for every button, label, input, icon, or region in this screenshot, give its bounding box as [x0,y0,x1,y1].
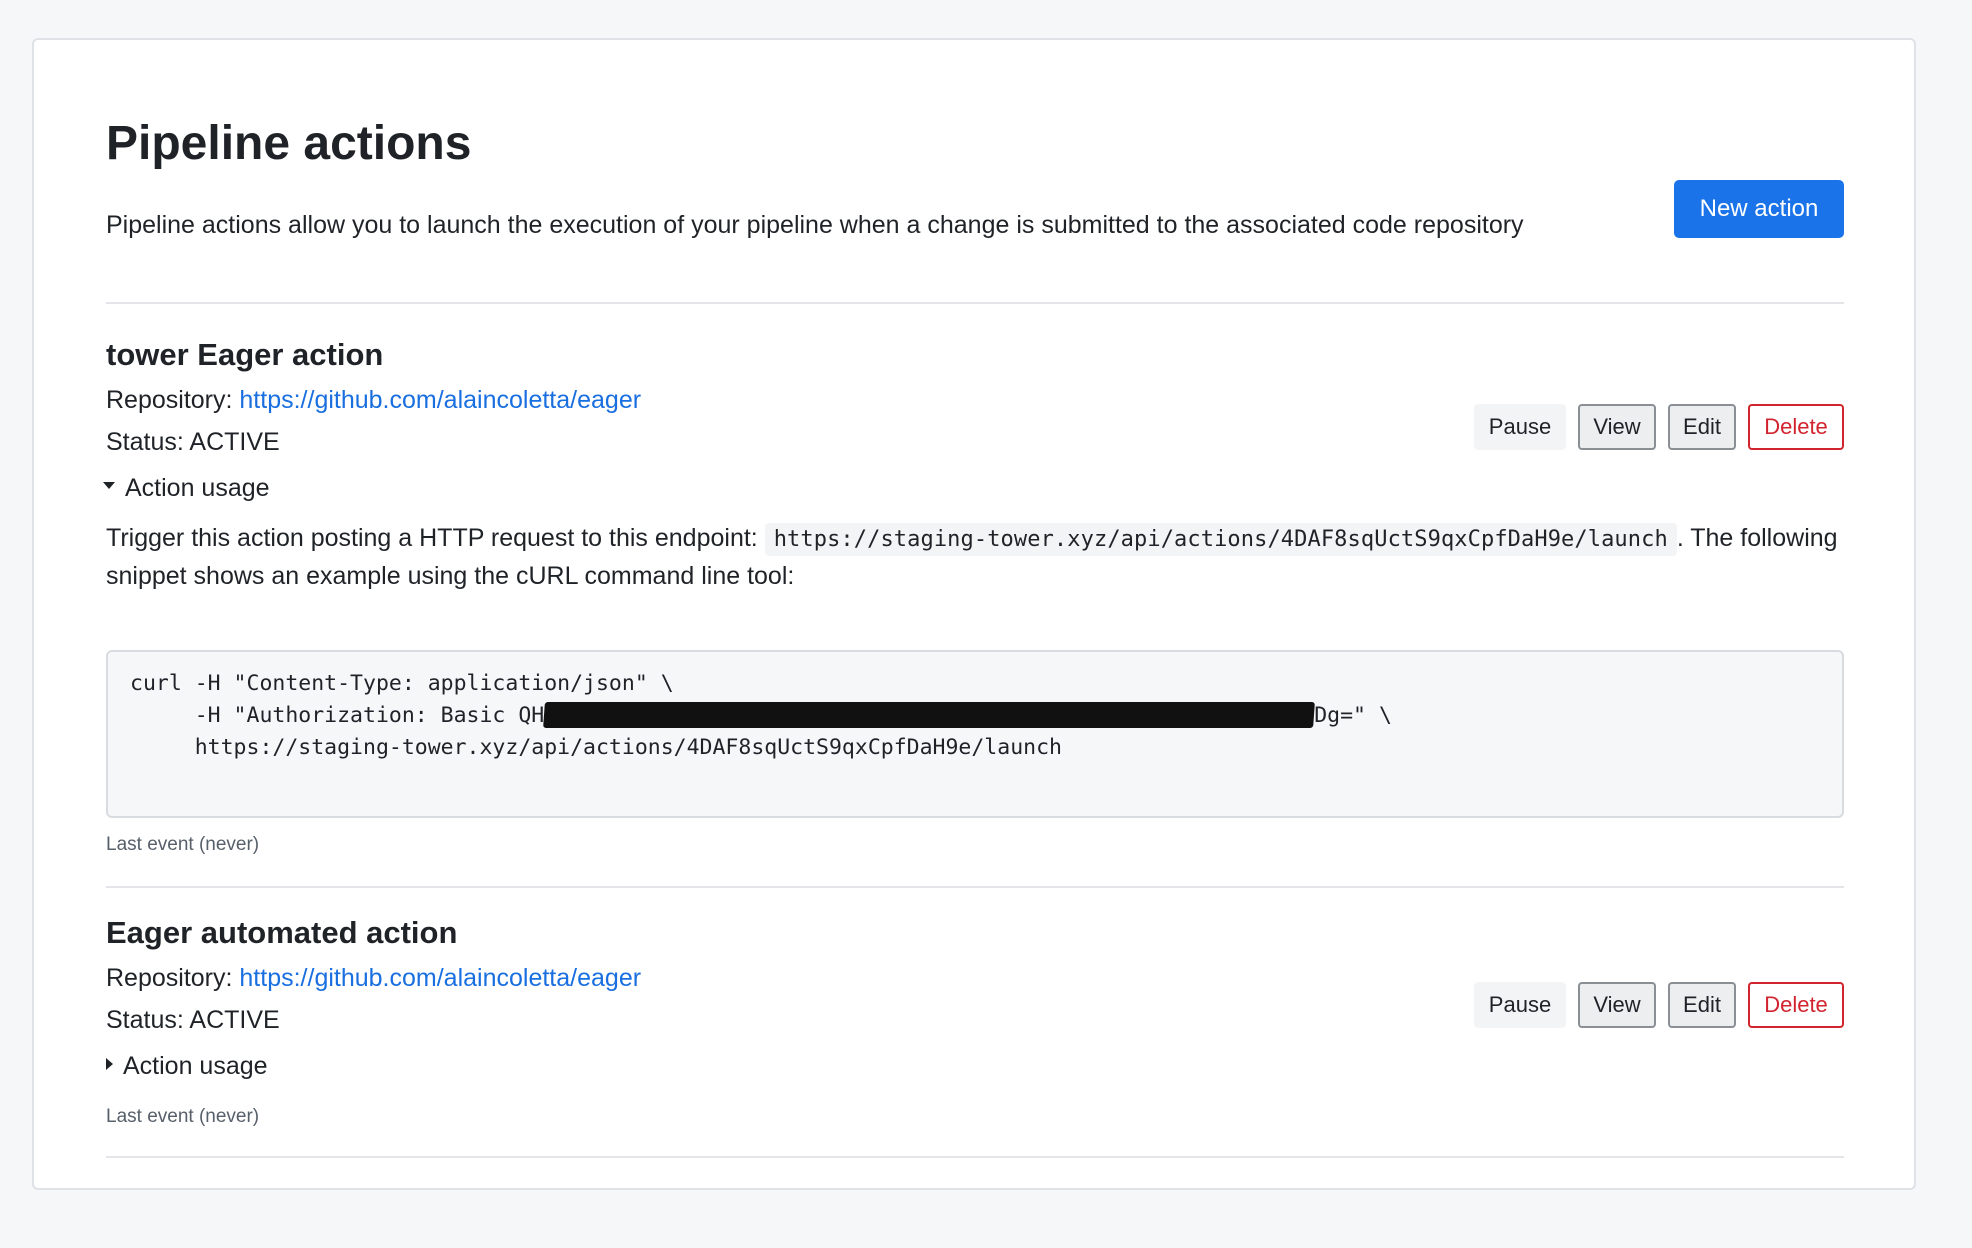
view-button[interactable]: View [1578,404,1656,450]
edit-button[interactable]: Edit [1668,982,1736,1028]
redacted-credential [543,702,1316,728]
status-label: Status: [106,428,184,456]
pause-button[interactable]: Pause [1474,982,1566,1028]
delete-button[interactable]: Delete [1748,404,1844,450]
repository-line: Repository: https://github.com/alaincole… [106,962,641,995]
page-description: Pipeline actions allow you to launch the… [106,211,1524,239]
action-usage-toggle[interactable]: Action usage [103,474,270,503]
status-line: Status: ACTIVE [106,426,280,459]
usage-text-before: Trigger this action posting a HTTP reque… [106,524,758,552]
action-title: Eager automated action [106,915,458,950]
last-event: Last event (never) [106,1106,260,1127]
action-usage-label: Action usage [125,474,270,502]
repository-line: Repository: https://github.com/alaincole… [106,384,641,417]
snippet-line: https://staging-tower.xyz/api/actions/4D… [130,735,1062,760]
delete-button[interactable]: Delete [1748,982,1844,1028]
curl-snippet: curl -H "Content-Type: application/json"… [106,650,1844,818]
edit-button[interactable]: Edit [1668,404,1736,450]
repository-link[interactable]: https://github.com/alaincoletta/eager [239,386,641,414]
status-line: Status: ACTIVE [106,1004,280,1037]
pause-button[interactable]: Pause [1474,404,1566,450]
action-title: tower Eager action [106,337,384,372]
repository-link[interactable]: https://github.com/alaincoletta/eager [239,964,641,992]
view-button[interactable]: View [1578,982,1656,1028]
action-usage-toggle[interactable]: Action usage [106,1052,268,1081]
snippet-line: curl -H "Content-Type: application/json"… [130,671,674,696]
action-item: tower Eager action Repository: https://g… [103,336,1844,856]
action-usage-description: Trigger this action posting a HTTP reque… [106,520,1844,594]
status-label: Status: [106,1006,184,1034]
endpoint-url: https://staging-tower.xyz/api/actions/4D… [764,523,1677,556]
status-value: ACTIVE [189,428,280,456]
action-usage-label: Action usage [123,1052,268,1080]
divider [106,886,1844,888]
snippet-line-suffix: Dg=" \ [1314,703,1392,728]
caret-right-icon [106,1057,113,1070]
caret-down-icon [103,482,115,489]
action-item: Eager automated action Repository: https… [106,914,1844,1134]
action-buttons: Pause View Edit Delete [1474,982,1844,1028]
status-value: ACTIVE [189,1006,280,1034]
snippet-line: -H "Authorization: Basic QH [130,703,545,728]
pipeline-actions-card: Pipeline actions Pipeline actions allow … [32,38,1916,1190]
new-action-button[interactable]: New action [1674,180,1844,238]
last-event: Last event (never) [106,834,260,855]
repository-label: Repository: [106,386,233,414]
action-buttons: Pause View Edit Delete [1474,404,1844,450]
divider [106,1156,1844,1158]
repository-label: Repository: [106,964,233,992]
divider [106,302,1844,304]
page-title: Pipeline actions [106,117,472,170]
